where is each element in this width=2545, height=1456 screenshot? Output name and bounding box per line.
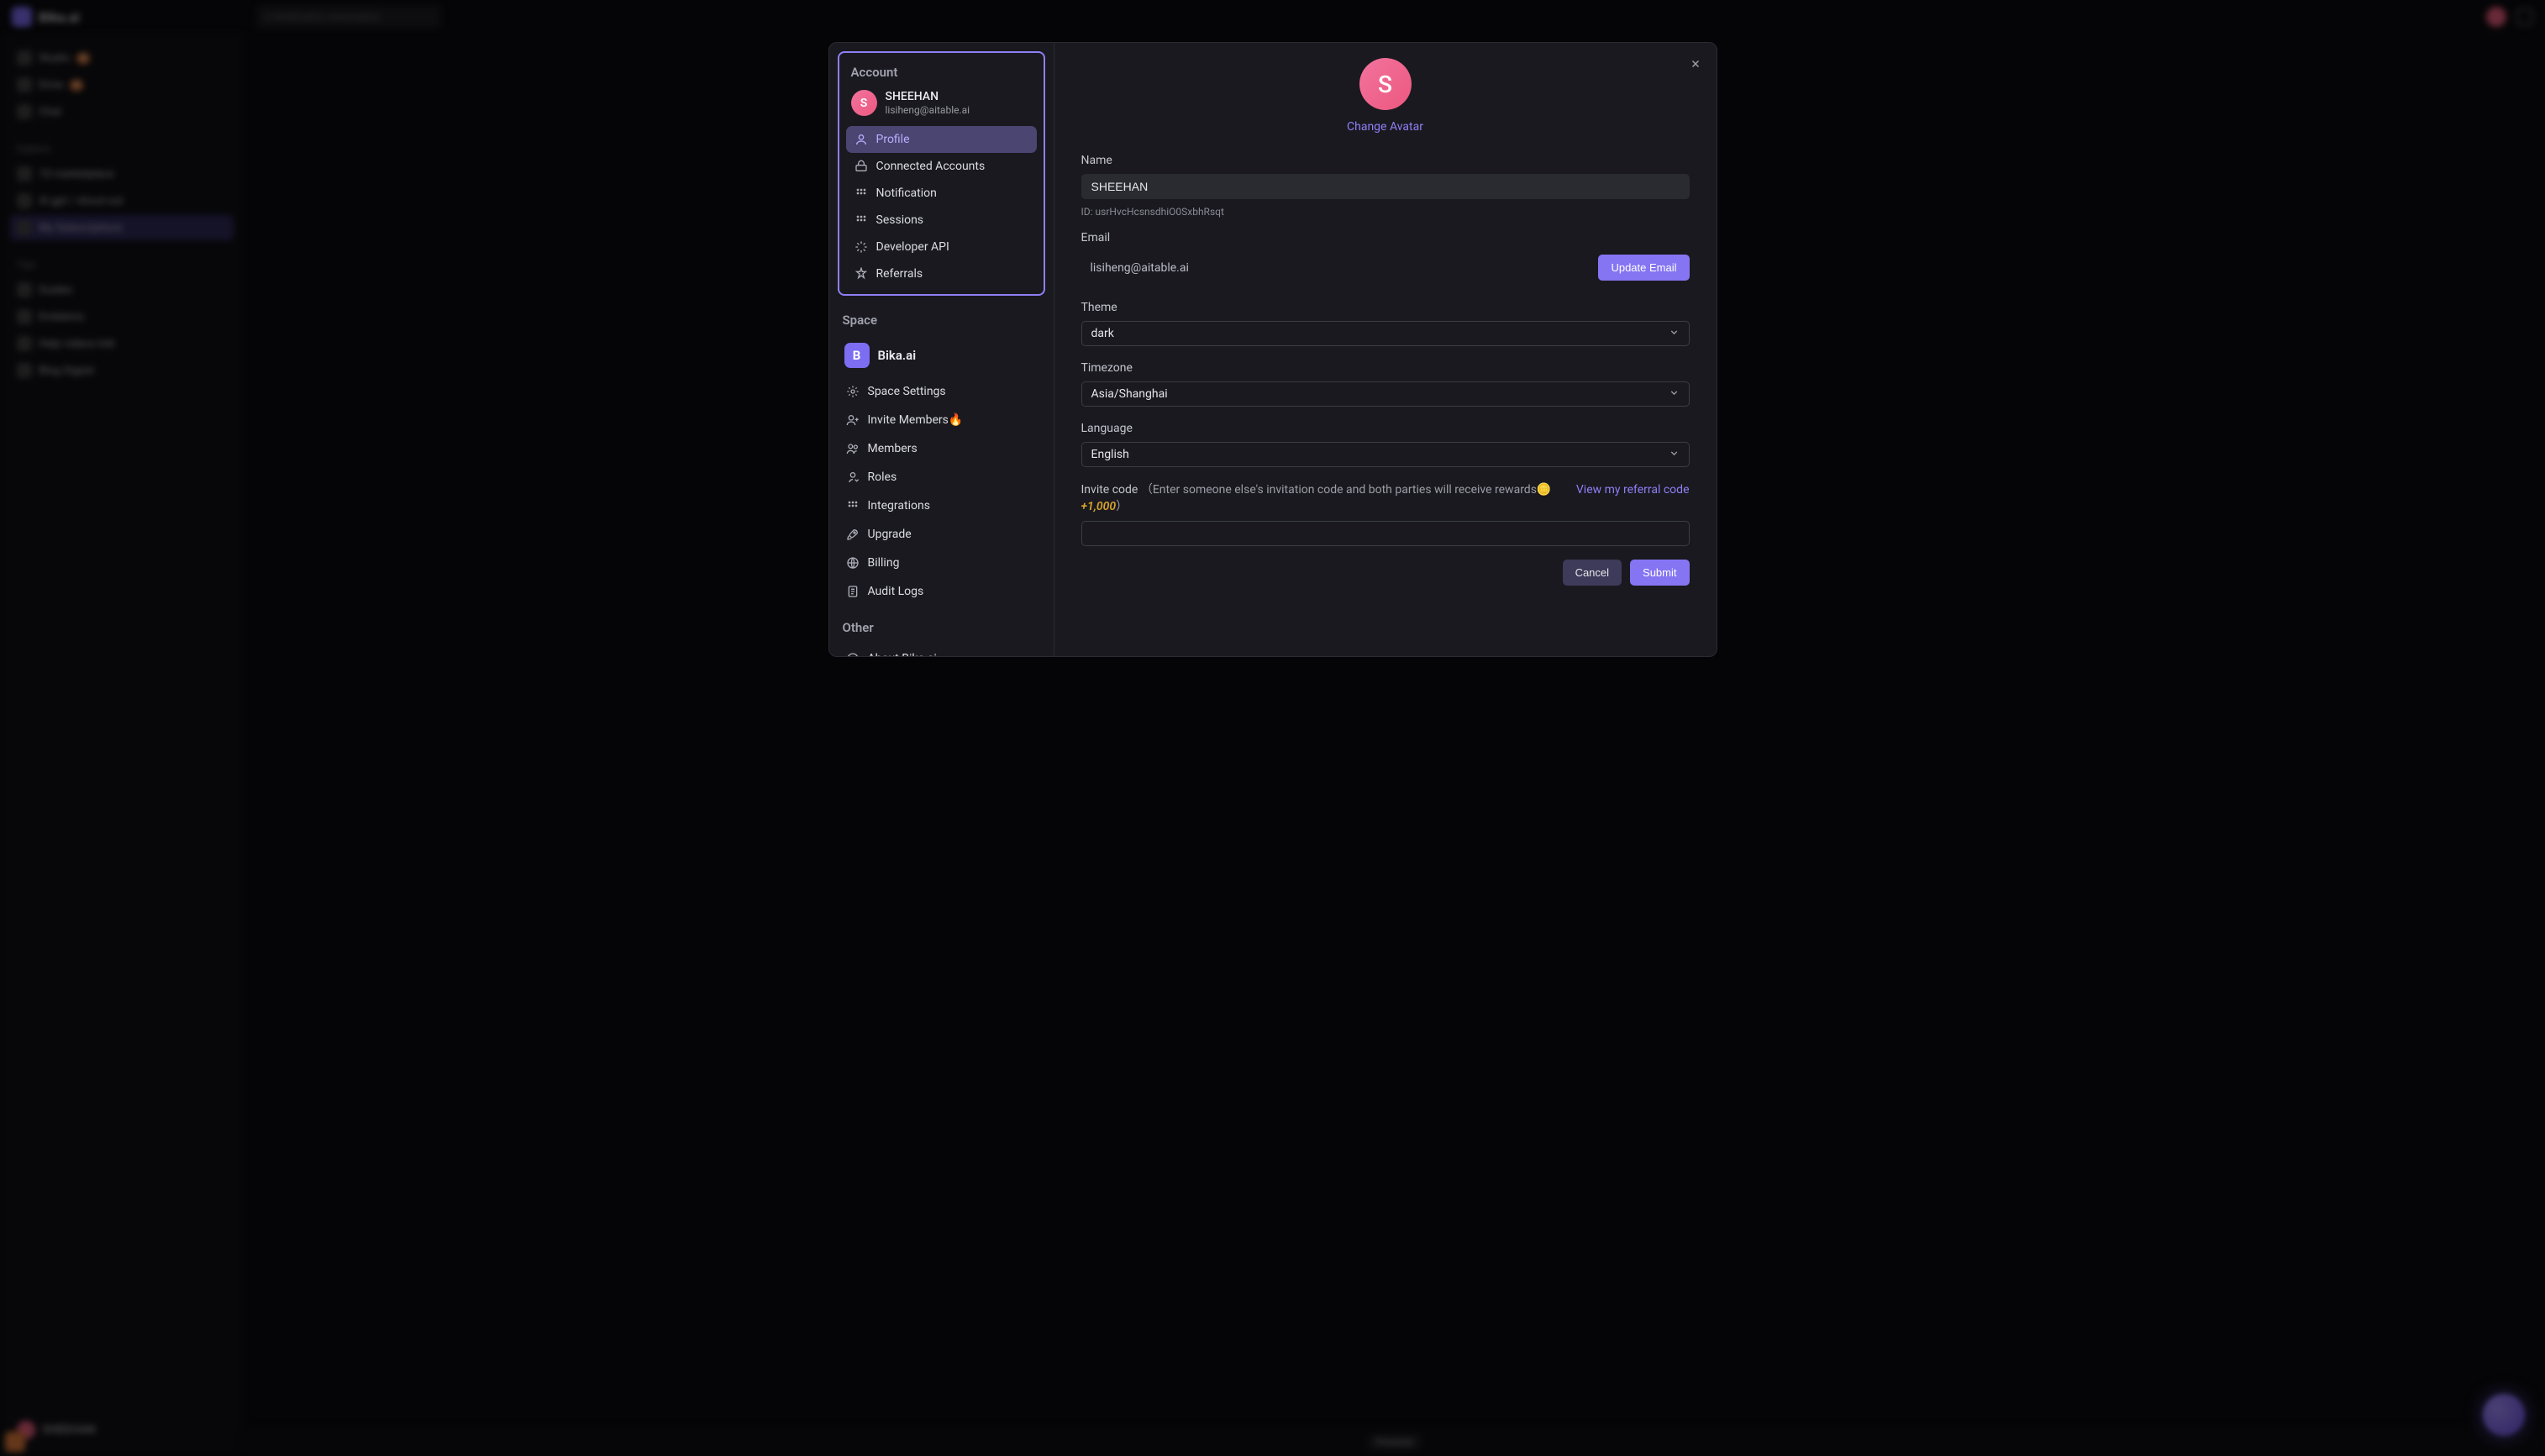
name-input[interactable]	[1081, 174, 1690, 199]
user-email: lisiheng@aitable.ai	[886, 104, 970, 116]
timezone-value: Asia/Shanghai	[1091, 387, 1168, 401]
nav-label: Integrations	[868, 499, 930, 512]
language-select[interactable]: English	[1081, 442, 1690, 467]
nav-label: Audit Logs	[868, 585, 924, 598]
role-icon	[846, 470, 860, 484]
sparkle-icon	[854, 240, 868, 254]
current-user-row: S SHEEHAN lisiheng@aitable.ai	[846, 88, 1037, 126]
invite-code-label: Invite code （Enter someone else's invita…	[1081, 481, 1566, 514]
section-title-account: Account	[846, 61, 1037, 88]
settings-modal: Account S SHEEHAN lisiheng@aitable.ai Pr…	[828, 42, 1717, 657]
nav-label: Connected Accounts	[876, 160, 986, 173]
user-add-icon	[846, 413, 860, 427]
space-avatar: B	[844, 343, 870, 368]
chevron-down-icon	[1669, 327, 1680, 341]
section-title-other: Other	[838, 617, 1045, 644]
nav-label: Billing	[868, 556, 900, 570]
space-name: Bika.ai	[878, 348, 917, 363]
nav-upgrade[interactable]: Upgrade	[838, 521, 1045, 548]
grid-icon	[854, 187, 868, 200]
nav-integrations[interactable]: Integrations	[838, 492, 1045, 519]
nav-label: Space Settings	[868, 385, 946, 398]
nav-about[interactable]: About Bika.ai	[838, 645, 1045, 656]
nav-connected-accounts[interactable]: Connected Accounts	[846, 153, 1037, 180]
language-label: Language	[1081, 422, 1690, 435]
nav-members[interactable]: Members	[838, 435, 1045, 462]
submit-button[interactable]: Submit	[1630, 560, 1689, 586]
nav-label: Referrals	[876, 267, 923, 281]
user-name: SHEEHAN	[886, 90, 970, 104]
nav-label: About Bika.ai	[868, 652, 937, 656]
info-icon	[846, 652, 860, 656]
grid-icon	[854, 213, 868, 227]
avatar-block: S Change Avatar	[1081, 58, 1690, 134]
nav-notification[interactable]: Notification	[846, 180, 1037, 207]
user-id-text: ID: usrHvcHcsnsdhiO0SxbhRsqt	[1081, 206, 1690, 218]
theme-select[interactable]: dark	[1081, 321, 1690, 346]
nav-label: Notification	[876, 187, 937, 200]
nav-audit-logs[interactable]: Audit Logs	[838, 578, 1045, 605]
close-icon	[1690, 58, 1701, 70]
link-icon	[854, 160, 868, 173]
nav-billing[interactable]: Billing	[838, 549, 1045, 576]
star-icon	[854, 267, 868, 281]
language-value: English	[1091, 448, 1129, 461]
form-actions: Cancel Submit	[1081, 560, 1690, 586]
modal-sidebar: Account S SHEEHAN lisiheng@aitable.ai Pr…	[829, 43, 1054, 656]
user-icon	[854, 133, 868, 146]
theme-value: dark	[1091, 327, 1114, 340]
view-referral-link[interactable]: View my referral code	[1576, 483, 1690, 497]
email-label: Email	[1081, 231, 1690, 244]
nav-profile[interactable]: Profile	[846, 126, 1037, 153]
change-avatar-link[interactable]: Change Avatar	[1347, 120, 1423, 134]
close-button[interactable]	[1686, 55, 1705, 73]
rocket-icon	[846, 528, 860, 541]
nav-label: Roles	[868, 470, 897, 484]
name-label: Name	[1081, 154, 1690, 167]
nav-invite-members[interactable]: Invite Members🔥	[838, 407, 1045, 434]
nav-label: Members	[868, 442, 918, 455]
nav-roles[interactable]: Roles	[838, 464, 1045, 491]
account-section-box: Account S SHEEHAN lisiheng@aitable.ai Pr…	[838, 51, 1045, 296]
gear-icon	[846, 385, 860, 398]
update-email-button[interactable]: Update Email	[1598, 255, 1689, 281]
globe-icon	[846, 556, 860, 570]
email-value: lisiheng@aitable.ai	[1081, 256, 1589, 280]
nav-label: Upgrade	[868, 528, 912, 541]
user-avatar-small: S	[851, 90, 877, 116]
nav-label: Developer API	[876, 240, 949, 254]
profile-panel: S Change Avatar Name ID: usrHvcHcsnsdhiO…	[1054, 43, 1717, 656]
chevron-down-icon	[1669, 448, 1680, 462]
invite-code-input[interactable]	[1081, 521, 1690, 546]
nav-referrals[interactable]: Referrals	[846, 260, 1037, 287]
nav-developer-api[interactable]: Developer API	[846, 234, 1037, 260]
modal-overlay: Account S SHEEHAN lisiheng@aitable.ai Pr…	[0, 0, 2545, 1456]
nav-space-settings[interactable]: Space Settings	[838, 378, 1045, 405]
section-title-space: Space	[838, 309, 1045, 336]
nav-label: Profile	[876, 133, 910, 146]
cancel-button[interactable]: Cancel	[1563, 560, 1622, 586]
doc-icon	[846, 585, 860, 598]
grid-icon	[846, 499, 860, 512]
timezone-select[interactable]: Asia/Shanghai	[1081, 381, 1690, 407]
nav-label: Sessions	[876, 213, 924, 227]
timezone-label: Timezone	[1081, 361, 1690, 375]
theme-label: Theme	[1081, 301, 1690, 314]
avatar-large: S	[1359, 58, 1412, 110]
nav-sessions[interactable]: Sessions	[846, 207, 1037, 234]
nav-label: Invite Members🔥	[868, 413, 964, 427]
space-header: B Bika.ai	[838, 338, 1045, 376]
chevron-down-icon	[1669, 387, 1680, 402]
users-icon	[846, 442, 860, 455]
